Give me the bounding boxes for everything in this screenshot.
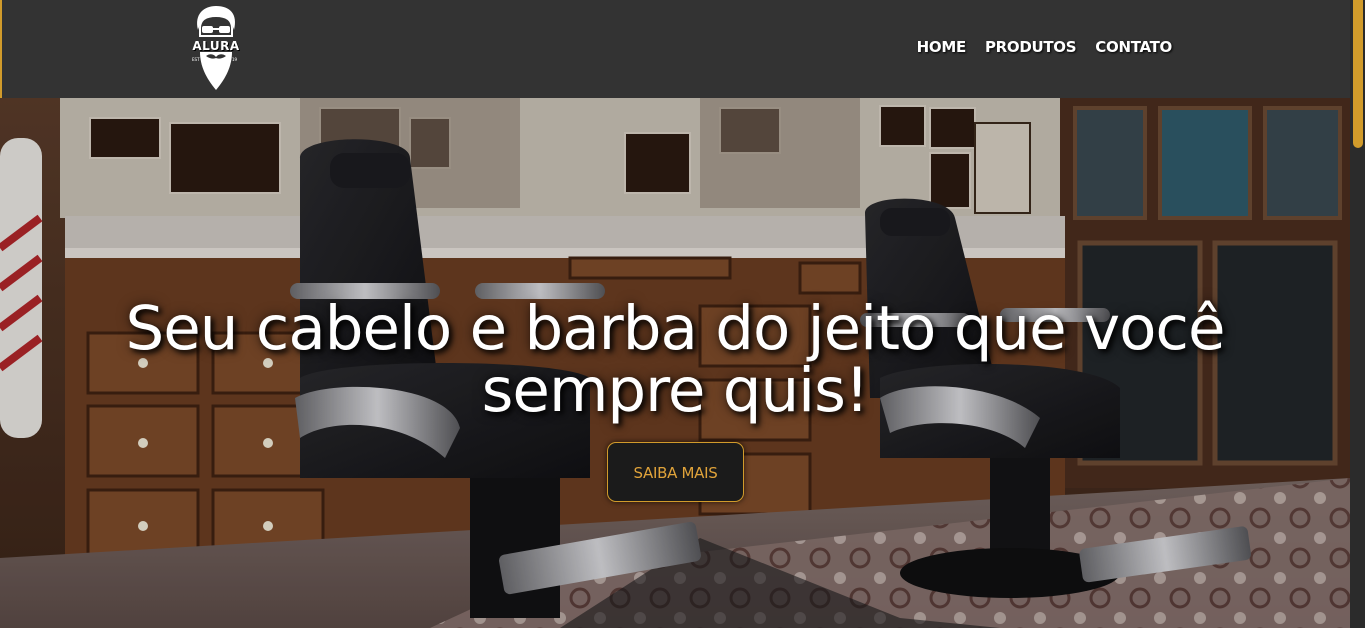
hero-title-line-1: Seu cabelo e barba do jeito que você xyxy=(125,293,1226,364)
nav-contato[interactable]: CONTATO xyxy=(1095,38,1172,56)
site-header: EST 19 ALURA HOME PRODUTOS CONTATO xyxy=(0,0,1350,98)
hero-title-line-2: sempre quis! xyxy=(481,355,870,426)
svg-text:EST: EST xyxy=(192,57,200,62)
alura-logo[interactable]: EST 19 ALURA xyxy=(188,4,244,92)
hero-banner: Seu cabelo e barba do jeito que você sem… xyxy=(0,98,1350,628)
nav-produtos[interactable]: PRODUTOS xyxy=(985,38,1077,56)
hero-title: Seu cabelo e barba do jeito que você sem… xyxy=(0,298,1350,422)
page-scrollbar[interactable] xyxy=(1350,0,1365,628)
scrollbar-thumb[interactable] xyxy=(1353,0,1363,148)
svg-text:19: 19 xyxy=(232,57,238,62)
page: EST 19 ALURA HOME PRODUTOS CONTATO Seu c… xyxy=(0,0,1365,628)
nav-home[interactable]: HOME xyxy=(917,38,967,56)
main-nav: HOME PRODUTOS CONTATO xyxy=(917,38,1173,56)
logo-text: ALURA xyxy=(192,39,240,53)
saiba-mais-button[interactable]: SAIBA MAIS xyxy=(607,442,744,502)
